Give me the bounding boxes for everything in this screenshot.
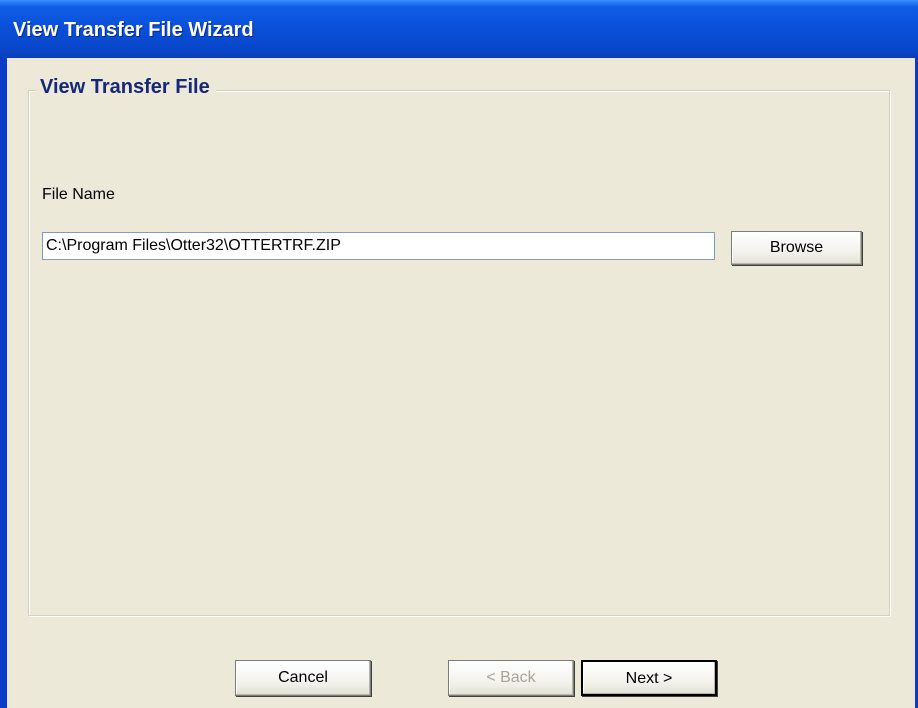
browse-button[interactable]: Browse: [731, 231, 862, 265]
file-name-input[interactable]: C:\Program Files\Otter32\OTTERTRF.ZIP: [42, 232, 715, 260]
file-name-label: File Name: [42, 186, 115, 203]
group-box: [28, 90, 890, 616]
back-button[interactable]: < Back: [448, 660, 574, 696]
next-button[interactable]: Next >: [581, 660, 717, 696]
group-box-legend: View Transfer File: [36, 76, 216, 99]
window-title: View Transfer File Wizard: [13, 19, 254, 41]
title-bar[interactable]: View Transfer File Wizard: [0, 0, 918, 58]
cancel-button[interactable]: Cancel: [235, 660, 371, 696]
